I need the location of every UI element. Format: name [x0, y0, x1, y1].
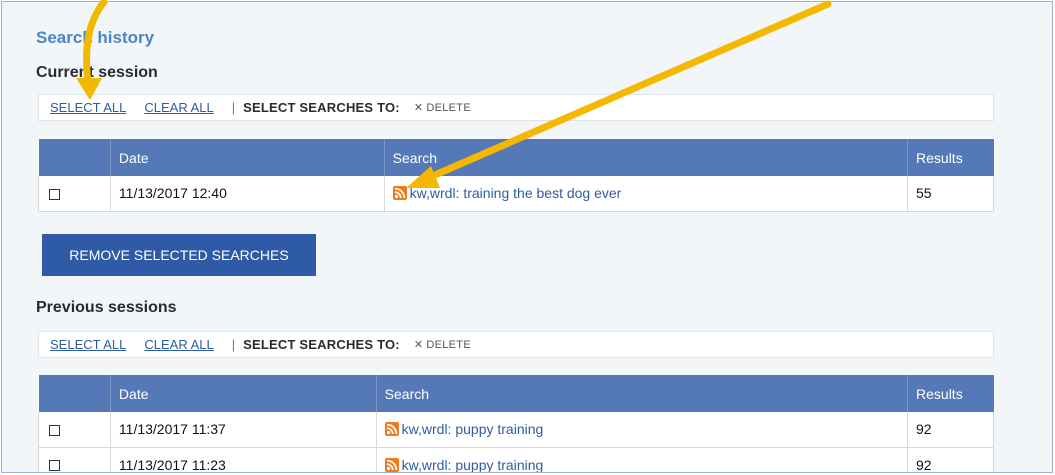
toolbar-separator: | [231, 337, 236, 352]
column-header-date[interactable]: Date [110, 375, 377, 412]
select-searches-to-label: SELECT SEARCHES TO: [243, 100, 400, 115]
page-title: Search history [36, 28, 155, 47]
column-header-date[interactable]: Date [110, 139, 385, 176]
close-x-icon: ✕ [413, 102, 424, 114]
column-header-results[interactable]: Results [907, 375, 994, 412]
search-query-link[interactable]: kw,wrdl: puppy training [402, 457, 544, 473]
row-date: 11/13/2017 12:40 [110, 176, 385, 212]
column-header-search[interactable]: Search [376, 375, 909, 412]
row-search: kw,wrdl: training the best dog ever [384, 176, 909, 212]
rss-feed-icon[interactable] [392, 186, 407, 201]
row-checkbox[interactable] [49, 460, 60, 472]
search-query-link[interactable]: kw,wrdl: puppy training [402, 421, 544, 437]
remove-selected-searches-button[interactable]: REMOVE SELECTED SEARCHES [42, 234, 316, 276]
previous-sessions-heading: Previous sessions [36, 299, 177, 316]
row-results: 92 [907, 447, 994, 472]
table-row: 11/13/2017 11:23 kw,wrdl: puppy training… [38, 447, 994, 473]
close-x-icon: ✕ [413, 339, 424, 351]
rss-feed-icon[interactable] [384, 457, 399, 472]
column-header-select [38, 139, 111, 176]
clear-all-link[interactable]: CLEAR ALL [144, 100, 213, 115]
current-session-table: Date Search Results 11/13/2017 12:40 kw,… [38, 139, 994, 212]
row-results: 92 [907, 412, 994, 448]
column-header-search[interactable]: Search [384, 139, 909, 176]
table-row: 11/13/2017 12:40 kw,wrdl: training the b… [38, 176, 994, 212]
rss-feed-icon[interactable] [384, 422, 399, 437]
current-session-heading: Current session [36, 64, 158, 81]
current-session-toolbar: SELECT ALL CLEAR ALL | SELECT SEARCHES T… [38, 94, 994, 121]
select-all-link[interactable]: SELECT ALL [50, 100, 126, 115]
table-row: 11/13/2017 11:37 kw,wrdl: puppy training… [38, 412, 994, 448]
row-search: kw,wrdl: puppy training [376, 412, 909, 448]
row-search: kw,wrdl: puppy training [376, 447, 909, 473]
search-history-panel: Search history Current session SELECT AL… [1, 1, 1053, 473]
table-header-row: Date Search Results [38, 375, 994, 412]
table-header-row: Date Search Results [38, 139, 994, 176]
previous-sessions-toolbar: SELECT ALL CLEAR ALL | SELECT SEARCHES T… [38, 331, 994, 358]
search-query-link[interactable]: kw,wrdl: training the best dog ever [410, 185, 622, 201]
select-all-link[interactable]: SELECT ALL [50, 337, 126, 352]
column-header-select [38, 375, 111, 412]
clear-all-link[interactable]: CLEAR ALL [144, 337, 213, 352]
previous-sessions-table: Date Search Results 11/13/2017 11:37 kw,… [38, 375, 994, 473]
row-results: 55 [907, 176, 994, 212]
column-header-results[interactable]: Results [907, 139, 994, 176]
select-searches-to-label: SELECT SEARCHES TO: [243, 337, 400, 352]
delete-action[interactable]: ✕ DELETE [414, 101, 471, 114]
delete-action[interactable]: ✕ DELETE [414, 338, 471, 351]
row-date: 11/13/2017 11:37 [110, 412, 377, 448]
row-checkbox[interactable] [49, 425, 60, 437]
toolbar-separator: | [231, 100, 236, 115]
row-date: 11/13/2017 11:23 [110, 447, 377, 472]
row-checkbox[interactable] [49, 189, 60, 201]
